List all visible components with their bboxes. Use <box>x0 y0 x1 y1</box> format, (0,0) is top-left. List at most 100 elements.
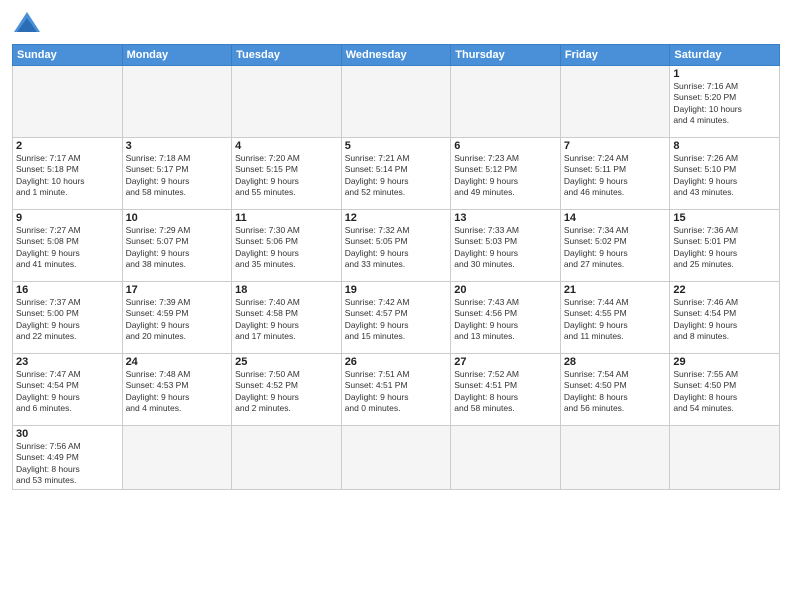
calendar-cell: 13Sunrise: 7:33 AM Sunset: 5:03 PM Dayli… <box>451 210 561 282</box>
day-number: 24 <box>126 356 229 368</box>
day-info: Sunrise: 7:30 AM Sunset: 5:06 PM Dayligh… <box>235 225 338 271</box>
day-info: Sunrise: 7:18 AM Sunset: 5:17 PM Dayligh… <box>126 153 229 199</box>
day-info: Sunrise: 7:33 AM Sunset: 5:03 PM Dayligh… <box>454 225 557 271</box>
week-row-2: 2Sunrise: 7:17 AM Sunset: 5:18 PM Daylig… <box>13 138 780 210</box>
day-info: Sunrise: 7:21 AM Sunset: 5:14 PM Dayligh… <box>345 153 448 199</box>
calendar-cell: 3Sunrise: 7:18 AM Sunset: 5:17 PM Daylig… <box>122 138 232 210</box>
calendar-cell: 1Sunrise: 7:16 AM Sunset: 5:20 PM Daylig… <box>670 66 780 138</box>
calendar-cell: 27Sunrise: 7:52 AM Sunset: 4:51 PM Dayli… <box>451 354 561 426</box>
day-info: Sunrise: 7:29 AM Sunset: 5:07 PM Dayligh… <box>126 225 229 271</box>
calendar-cell <box>341 426 451 490</box>
day-number: 12 <box>345 212 448 224</box>
calendar-cell: 7Sunrise: 7:24 AM Sunset: 5:11 PM Daylig… <box>560 138 670 210</box>
day-info: Sunrise: 7:20 AM Sunset: 5:15 PM Dayligh… <box>235 153 338 199</box>
calendar-cell <box>122 426 232 490</box>
calendar-cell <box>341 66 451 138</box>
day-number: 16 <box>16 284 119 296</box>
day-info: Sunrise: 7:44 AM Sunset: 4:55 PM Dayligh… <box>564 297 667 343</box>
calendar-cell: 15Sunrise: 7:36 AM Sunset: 5:01 PM Dayli… <box>670 210 780 282</box>
day-info: Sunrise: 7:47 AM Sunset: 4:54 PM Dayligh… <box>16 369 119 415</box>
day-info: Sunrise: 7:36 AM Sunset: 5:01 PM Dayligh… <box>673 225 776 271</box>
day-number: 23 <box>16 356 119 368</box>
day-info: Sunrise: 7:39 AM Sunset: 4:59 PM Dayligh… <box>126 297 229 343</box>
col-header-thursday: Thursday <box>451 45 561 66</box>
calendar-cell: 8Sunrise: 7:26 AM Sunset: 5:10 PM Daylig… <box>670 138 780 210</box>
calendar-cell: 30Sunrise: 7:56 AM Sunset: 4:49 PM Dayli… <box>13 426 123 490</box>
calendar-cell: 26Sunrise: 7:51 AM Sunset: 4:51 PM Dayli… <box>341 354 451 426</box>
day-number: 26 <box>345 356 448 368</box>
day-number: 30 <box>16 428 119 440</box>
day-info: Sunrise: 7:51 AM Sunset: 4:51 PM Dayligh… <box>345 369 448 415</box>
day-info: Sunrise: 7:46 AM Sunset: 4:54 PM Dayligh… <box>673 297 776 343</box>
day-number: 8 <box>673 140 776 152</box>
col-header-sunday: Sunday <box>13 45 123 66</box>
day-number: 25 <box>235 356 338 368</box>
day-info: Sunrise: 7:54 AM Sunset: 4:50 PM Dayligh… <box>564 369 667 415</box>
day-number: 18 <box>235 284 338 296</box>
calendar-cell: 19Sunrise: 7:42 AM Sunset: 4:57 PM Dayli… <box>341 282 451 354</box>
day-info: Sunrise: 7:23 AM Sunset: 5:12 PM Dayligh… <box>454 153 557 199</box>
day-info: Sunrise: 7:50 AM Sunset: 4:52 PM Dayligh… <box>235 369 338 415</box>
day-number: 28 <box>564 356 667 368</box>
calendar-cell: 5Sunrise: 7:21 AM Sunset: 5:14 PM Daylig… <box>341 138 451 210</box>
calendar-cell <box>122 66 232 138</box>
day-info: Sunrise: 7:17 AM Sunset: 5:18 PM Dayligh… <box>16 153 119 199</box>
day-number: 15 <box>673 212 776 224</box>
calendar-cell: 22Sunrise: 7:46 AM Sunset: 4:54 PM Dayli… <box>670 282 780 354</box>
calendar-cell <box>13 66 123 138</box>
day-number: 4 <box>235 140 338 152</box>
calendar-page: SundayMondayTuesdayWednesdayThursdayFrid… <box>0 0 792 612</box>
day-number: 22 <box>673 284 776 296</box>
calendar-cell: 23Sunrise: 7:47 AM Sunset: 4:54 PM Dayli… <box>13 354 123 426</box>
col-header-wednesday: Wednesday <box>341 45 451 66</box>
col-header-friday: Friday <box>560 45 670 66</box>
day-number: 13 <box>454 212 557 224</box>
calendar-cell: 2Sunrise: 7:17 AM Sunset: 5:18 PM Daylig… <box>13 138 123 210</box>
week-row-3: 9Sunrise: 7:27 AM Sunset: 5:08 PM Daylig… <box>13 210 780 282</box>
logo-icon <box>12 10 42 38</box>
calendar-cell: 11Sunrise: 7:30 AM Sunset: 5:06 PM Dayli… <box>232 210 342 282</box>
day-number: 2 <box>16 140 119 152</box>
day-number: 1 <box>673 68 776 80</box>
calendar-cell: 25Sunrise: 7:50 AM Sunset: 4:52 PM Dayli… <box>232 354 342 426</box>
day-number: 21 <box>564 284 667 296</box>
calendar-cell <box>232 66 342 138</box>
day-number: 6 <box>454 140 557 152</box>
day-number: 29 <box>673 356 776 368</box>
day-number: 20 <box>454 284 557 296</box>
day-info: Sunrise: 7:56 AM Sunset: 4:49 PM Dayligh… <box>16 441 119 487</box>
header <box>12 10 780 38</box>
day-number: 27 <box>454 356 557 368</box>
col-header-saturday: Saturday <box>670 45 780 66</box>
calendar-cell: 21Sunrise: 7:44 AM Sunset: 4:55 PM Dayli… <box>560 282 670 354</box>
header-row: SundayMondayTuesdayWednesdayThursdayFrid… <box>13 45 780 66</box>
calendar-cell: 6Sunrise: 7:23 AM Sunset: 5:12 PM Daylig… <box>451 138 561 210</box>
day-info: Sunrise: 7:37 AM Sunset: 5:00 PM Dayligh… <box>16 297 119 343</box>
day-number: 3 <box>126 140 229 152</box>
col-header-monday: Monday <box>122 45 232 66</box>
day-info: Sunrise: 7:32 AM Sunset: 5:05 PM Dayligh… <box>345 225 448 271</box>
col-header-tuesday: Tuesday <box>232 45 342 66</box>
calendar-cell <box>560 66 670 138</box>
day-number: 10 <box>126 212 229 224</box>
calendar-cell <box>670 426 780 490</box>
calendar-cell: 12Sunrise: 7:32 AM Sunset: 5:05 PM Dayli… <box>341 210 451 282</box>
calendar-cell: 10Sunrise: 7:29 AM Sunset: 5:07 PM Dayli… <box>122 210 232 282</box>
day-info: Sunrise: 7:24 AM Sunset: 5:11 PM Dayligh… <box>564 153 667 199</box>
calendar-cell: 9Sunrise: 7:27 AM Sunset: 5:08 PM Daylig… <box>13 210 123 282</box>
day-number: 11 <box>235 212 338 224</box>
day-info: Sunrise: 7:26 AM Sunset: 5:10 PM Dayligh… <box>673 153 776 199</box>
week-row-4: 16Sunrise: 7:37 AM Sunset: 5:00 PM Dayli… <box>13 282 780 354</box>
day-info: Sunrise: 7:55 AM Sunset: 4:50 PM Dayligh… <box>673 369 776 415</box>
day-info: Sunrise: 7:40 AM Sunset: 4:58 PM Dayligh… <box>235 297 338 343</box>
calendar-cell: 20Sunrise: 7:43 AM Sunset: 4:56 PM Dayli… <box>451 282 561 354</box>
day-number: 7 <box>564 140 667 152</box>
calendar-cell <box>451 66 561 138</box>
calendar-cell: 16Sunrise: 7:37 AM Sunset: 5:00 PM Dayli… <box>13 282 123 354</box>
day-info: Sunrise: 7:43 AM Sunset: 4:56 PM Dayligh… <box>454 297 557 343</box>
calendar-cell: 18Sunrise: 7:40 AM Sunset: 4:58 PM Dayli… <box>232 282 342 354</box>
calendar-cell: 28Sunrise: 7:54 AM Sunset: 4:50 PM Dayli… <box>560 354 670 426</box>
day-info: Sunrise: 7:34 AM Sunset: 5:02 PM Dayligh… <box>564 225 667 271</box>
day-info: Sunrise: 7:16 AM Sunset: 5:20 PM Dayligh… <box>673 81 776 127</box>
calendar-cell: 17Sunrise: 7:39 AM Sunset: 4:59 PM Dayli… <box>122 282 232 354</box>
